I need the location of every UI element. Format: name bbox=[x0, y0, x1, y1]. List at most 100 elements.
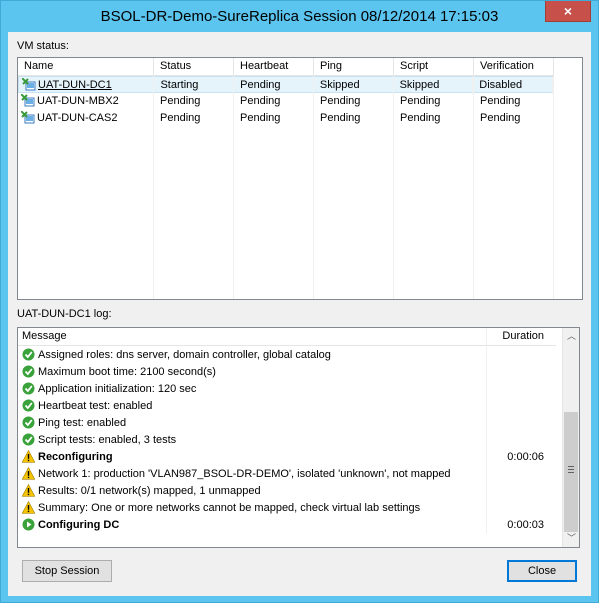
running-icon bbox=[22, 518, 35, 531]
message-column-header[interactable]: Message bbox=[22, 328, 67, 345]
column-gridline bbox=[153, 76, 154, 299]
success-icon bbox=[22, 365, 35, 378]
vm-status-list[interactable]: Name Status Heartbeat Ping Script Verificatio… bbox=[17, 57, 583, 300]
window-close-button[interactable]: × bbox=[545, 1, 591, 22]
column-divider bbox=[486, 364, 487, 381]
vm-cell-verification: Pending bbox=[474, 110, 554, 127]
log-label: UAT-DUN-DC1 log: bbox=[17, 308, 112, 320]
vm-cell-script: Skipped bbox=[394, 77, 474, 94]
title-bar[interactable]: BSOL-DR-Demo-SureReplica Session 08/12/2… bbox=[1, 1, 598, 32]
log-message: Results: 0/1 network(s) mapped, 1 unmapp… bbox=[38, 485, 261, 497]
column-divider bbox=[486, 328, 487, 345]
column-header-ping[interactable]: Ping bbox=[314, 58, 394, 76]
log-duration: 0:00:06 bbox=[507, 451, 544, 463]
column-gridline bbox=[473, 76, 474, 299]
scroll-up-icon[interactable]: ︿ bbox=[563, 328, 579, 345]
log-row[interactable]: Reconfiguring 0:00:06 bbox=[18, 449, 556, 466]
vm-icon bbox=[21, 111, 35, 124]
log-message: Network 1: production 'VLAN987_BSOL-DR-D… bbox=[38, 468, 451, 480]
success-icon bbox=[22, 399, 35, 412]
success-icon bbox=[22, 348, 35, 361]
stop-session-button[interactable]: Stop Session bbox=[22, 560, 112, 582]
log-message-cell: Configuring DC bbox=[22, 517, 119, 534]
grip-icon bbox=[568, 466, 574, 473]
column-header-status[interactable]: Status bbox=[154, 58, 234, 76]
vm-cell-name: UAT-DUN-DC1 bbox=[19, 77, 155, 94]
column-divider bbox=[486, 483, 487, 500]
vm-name: UAT-DUN-MBX2 bbox=[37, 95, 119, 107]
log-message: Configuring DC bbox=[38, 519, 120, 531]
log-row[interactable]: Network 1: production 'VLAN987_BSOL-DR-D… bbox=[18, 466, 556, 483]
column-header-verification[interactable]: Verification bbox=[474, 58, 554, 76]
vm-status-header: Name Status Heartbeat Ping Script Verificatio… bbox=[18, 58, 554, 76]
column-divider bbox=[486, 500, 487, 517]
scroll-down-icon[interactable]: ﹀ bbox=[563, 530, 579, 547]
log-message-cell: Summary: One or more networks cannot be … bbox=[22, 500, 420, 517]
vm-name: UAT-DUN-CAS2 bbox=[37, 112, 118, 124]
success-icon bbox=[22, 382, 35, 395]
window-title: BSOL-DR-Demo-SureReplica Session 08/12/2… bbox=[100, 8, 499, 25]
log-header: Message Duration bbox=[18, 328, 556, 346]
log-message-cell: Heartbeat test: enabled bbox=[22, 398, 152, 415]
log-message: Heartbeat test: enabled bbox=[38, 400, 153, 412]
vm-name: UAT-DUN-DC1 bbox=[38, 79, 112, 91]
warning-icon bbox=[22, 501, 35, 514]
log-row[interactable]: Results: 0/1 network(s) mapped, 1 unmapp… bbox=[18, 483, 556, 500]
column-divider bbox=[486, 347, 487, 364]
column-header-heartbeat[interactable]: Heartbeat bbox=[234, 58, 314, 76]
log-message: Maximum boot time: 2100 second(s) bbox=[38, 366, 216, 378]
log-row[interactable]: Assigned roles: dns server, domain contr… bbox=[18, 347, 556, 364]
close-icon: × bbox=[563, 3, 573, 19]
log-row[interactable]: Ping test: enabled bbox=[18, 415, 556, 432]
vm-cell-verification: Pending bbox=[474, 93, 554, 110]
vm-cell-verification: Disabled bbox=[473, 77, 553, 94]
warning-icon bbox=[22, 484, 35, 497]
column-divider bbox=[486, 398, 487, 415]
log-message-cell: Reconfiguring bbox=[22, 449, 113, 466]
vm-cell-name: UAT-DUN-CAS2 bbox=[18, 110, 154, 127]
dialog-client: VM status: Name Status Heartbeat Ping Script… bbox=[8, 32, 591, 596]
warning-icon bbox=[22, 467, 35, 480]
session-window: BSOL-DR-Demo-SureReplica Session 08/12/2… bbox=[0, 0, 599, 603]
log-list[interactable]: Message Duration Assigned roles: dns ser… bbox=[17, 327, 580, 548]
column-gridline bbox=[233, 76, 234, 299]
vm-cell-heartbeat: Pending bbox=[234, 93, 314, 110]
log-message-cell: Results: 0/1 network(s) mapped, 1 unmapp… bbox=[22, 483, 261, 500]
column-header-name[interactable]: Name bbox=[18, 58, 154, 76]
success-icon bbox=[22, 416, 35, 429]
log-scrollbar[interactable]: ︿ ﹀ bbox=[562, 328, 579, 547]
log-row[interactable]: Heartbeat test: enabled bbox=[18, 398, 556, 415]
log-message: Assigned roles: dns server, domain contr… bbox=[38, 349, 331, 361]
vm-cell-heartbeat: Pending bbox=[234, 77, 314, 94]
column-divider bbox=[486, 466, 487, 483]
column-gridline bbox=[393, 76, 394, 299]
log-message-cell: Script tests: enabled, 3 tests bbox=[22, 432, 176, 449]
log-message-cell: Ping test: enabled bbox=[22, 415, 126, 432]
log-row[interactable]: Application initialization: 120 sec bbox=[18, 381, 556, 398]
column-gridline bbox=[553, 76, 554, 299]
column-divider bbox=[486, 517, 487, 534]
log-row[interactable]: Summary: One or more networks cannot be … bbox=[18, 500, 556, 517]
log-message-cell: Maximum boot time: 2100 second(s) bbox=[22, 364, 216, 381]
log-duration: 0:00:03 bbox=[507, 519, 544, 531]
log-message: Reconfiguring bbox=[38, 451, 113, 463]
log-row[interactable]: Script tests: enabled, 3 tests bbox=[18, 432, 556, 449]
vm-cell-heartbeat: Pending bbox=[234, 110, 314, 127]
vm-cell-script: Pending bbox=[394, 93, 474, 110]
log-message: Summary: One or more networks cannot be … bbox=[38, 502, 421, 514]
vm-status-label: VM status: bbox=[17, 40, 69, 52]
vm-cell-ping: Skipped bbox=[314, 77, 394, 94]
vm-cell-ping: Pending bbox=[314, 93, 394, 110]
vm-icon bbox=[21, 94, 35, 107]
log-row[interactable]: Configuring DC 0:00:03 bbox=[18, 517, 556, 534]
log-row[interactable]: Maximum boot time: 2100 second(s) bbox=[18, 364, 556, 381]
scroll-thumb[interactable] bbox=[564, 412, 578, 532]
column-gridline bbox=[313, 76, 314, 299]
vm-icon bbox=[22, 78, 36, 91]
close-button[interactable]: Close bbox=[507, 560, 577, 582]
duration-column-header[interactable]: Duration bbox=[488, 328, 554, 345]
log-message-cell: Application initialization: 120 sec bbox=[22, 381, 196, 398]
success-icon bbox=[22, 433, 35, 446]
vm-cell-name: UAT-DUN-MBX2 bbox=[18, 93, 154, 110]
column-header-script[interactable]: Script bbox=[394, 58, 474, 76]
